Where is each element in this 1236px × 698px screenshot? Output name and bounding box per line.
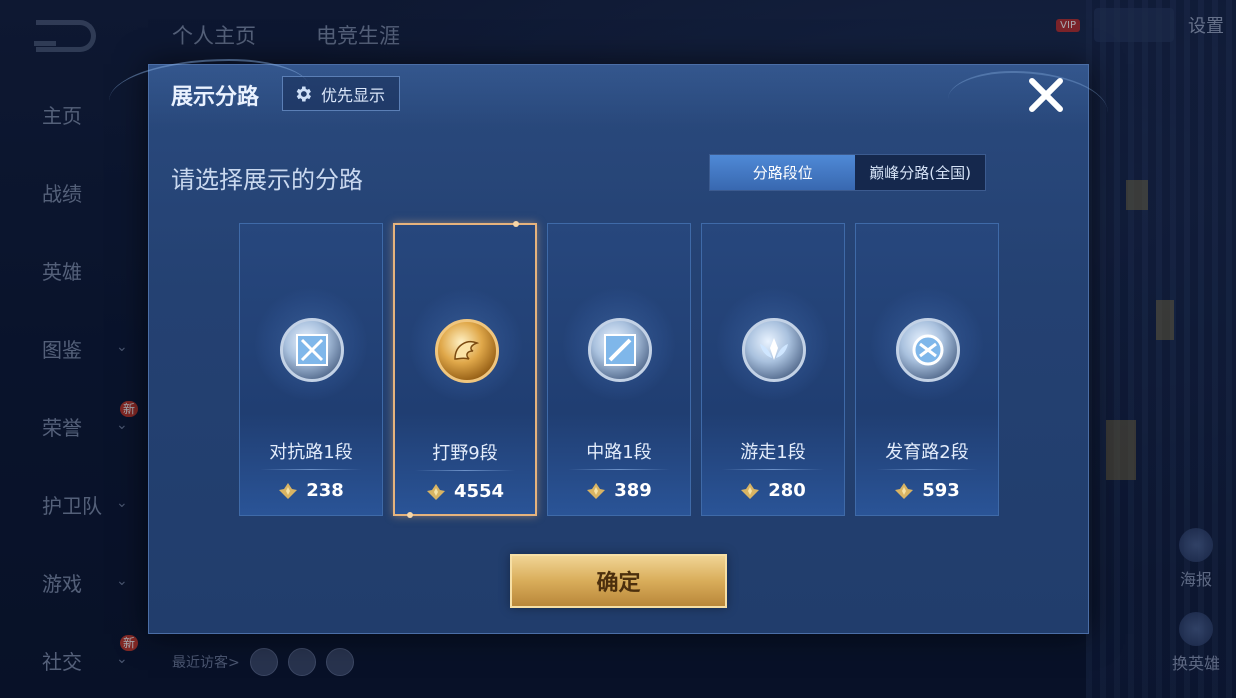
lane-display-modal: 展示分路 优先显示 请选择展示的分路 分路段位 巅峰分路(全国) 对抗路1段 2… bbox=[109, 59, 1108, 634]
divider bbox=[722, 469, 824, 470]
lane-medal bbox=[280, 318, 344, 382]
score-row: 593 bbox=[856, 480, 998, 501]
lane-score: 593 bbox=[922, 480, 960, 501]
score-row: 280 bbox=[702, 480, 844, 501]
lane-rank-label: 发育路2段 bbox=[885, 442, 969, 463]
lane-medal bbox=[742, 318, 806, 382]
confirm-button[interactable]: 确定 bbox=[510, 554, 727, 608]
cross-swords-icon bbox=[296, 334, 328, 366]
priority-display-label: 优先显示 bbox=[321, 85, 386, 105]
lane-rank-label: 中路1段 bbox=[586, 442, 652, 463]
divider bbox=[568, 469, 670, 470]
divider bbox=[260, 469, 362, 470]
score-row: 4554 bbox=[395, 481, 535, 502]
lane-medal bbox=[435, 319, 499, 383]
lane-points-icon bbox=[895, 482, 914, 499]
tab-lane-rank[interactable]: 分路段位 bbox=[710, 155, 856, 190]
wings-icon bbox=[760, 338, 788, 360]
lane-rank-label: 打野9段 bbox=[432, 443, 498, 464]
dragon-icon bbox=[454, 341, 480, 360]
lane-medal bbox=[588, 318, 652, 382]
lane-medal bbox=[896, 318, 960, 382]
gear-icon bbox=[296, 86, 311, 101]
priority-display-button[interactable]: 优先显示 bbox=[282, 76, 401, 111]
score-row: 238 bbox=[240, 480, 382, 501]
lane-score: 280 bbox=[768, 480, 806, 501]
lane-card-farm[interactable]: 发育路2段 593 bbox=[855, 223, 999, 516]
lane-card-mid[interactable]: 中路1段 389 bbox=[547, 223, 691, 516]
lane-card-top[interactable]: 对抗路1段 238 bbox=[239, 223, 383, 516]
lane-card-roam[interactable]: 游走1段 280 bbox=[701, 223, 845, 516]
bow-circle-icon bbox=[912, 334, 944, 366]
lane-points-icon bbox=[426, 483, 445, 500]
lane-rank-label: 游走1段 bbox=[740, 442, 806, 463]
lane-score: 4554 bbox=[453, 481, 505, 502]
lane-card-jungle[interactable]: 打野9段 4554 bbox=[393, 221, 537, 518]
lane-points-icon bbox=[279, 482, 298, 499]
lane-score: 389 bbox=[614, 480, 652, 501]
divider bbox=[876, 469, 978, 470]
corner-dot bbox=[407, 512, 413, 518]
corner-dot bbox=[513, 221, 519, 227]
slash-square-icon bbox=[604, 334, 636, 366]
divider bbox=[415, 470, 515, 471]
close-icon[interactable] bbox=[1026, 75, 1066, 115]
lane-score: 238 bbox=[306, 480, 344, 501]
lane-rank-label: 对抗路1段 bbox=[269, 442, 353, 463]
tab-peak-lane-national[interactable]: 巅峰分路(全国) bbox=[855, 155, 985, 190]
lane-mode-segment: 分路段位 巅峰分路(全国) bbox=[709, 154, 986, 191]
lane-points-icon bbox=[587, 482, 606, 499]
modal-title: 展示分路 bbox=[171, 85, 260, 110]
modal-subtitle: 请选择展示的分路 bbox=[171, 166, 363, 194]
score-row: 389 bbox=[548, 480, 690, 501]
lane-cards: 对抗路1段 238 打野9段 4554 中路1段 389 游走1段 280 发育… bbox=[239, 221, 999, 518]
lane-points-icon bbox=[741, 482, 760, 499]
